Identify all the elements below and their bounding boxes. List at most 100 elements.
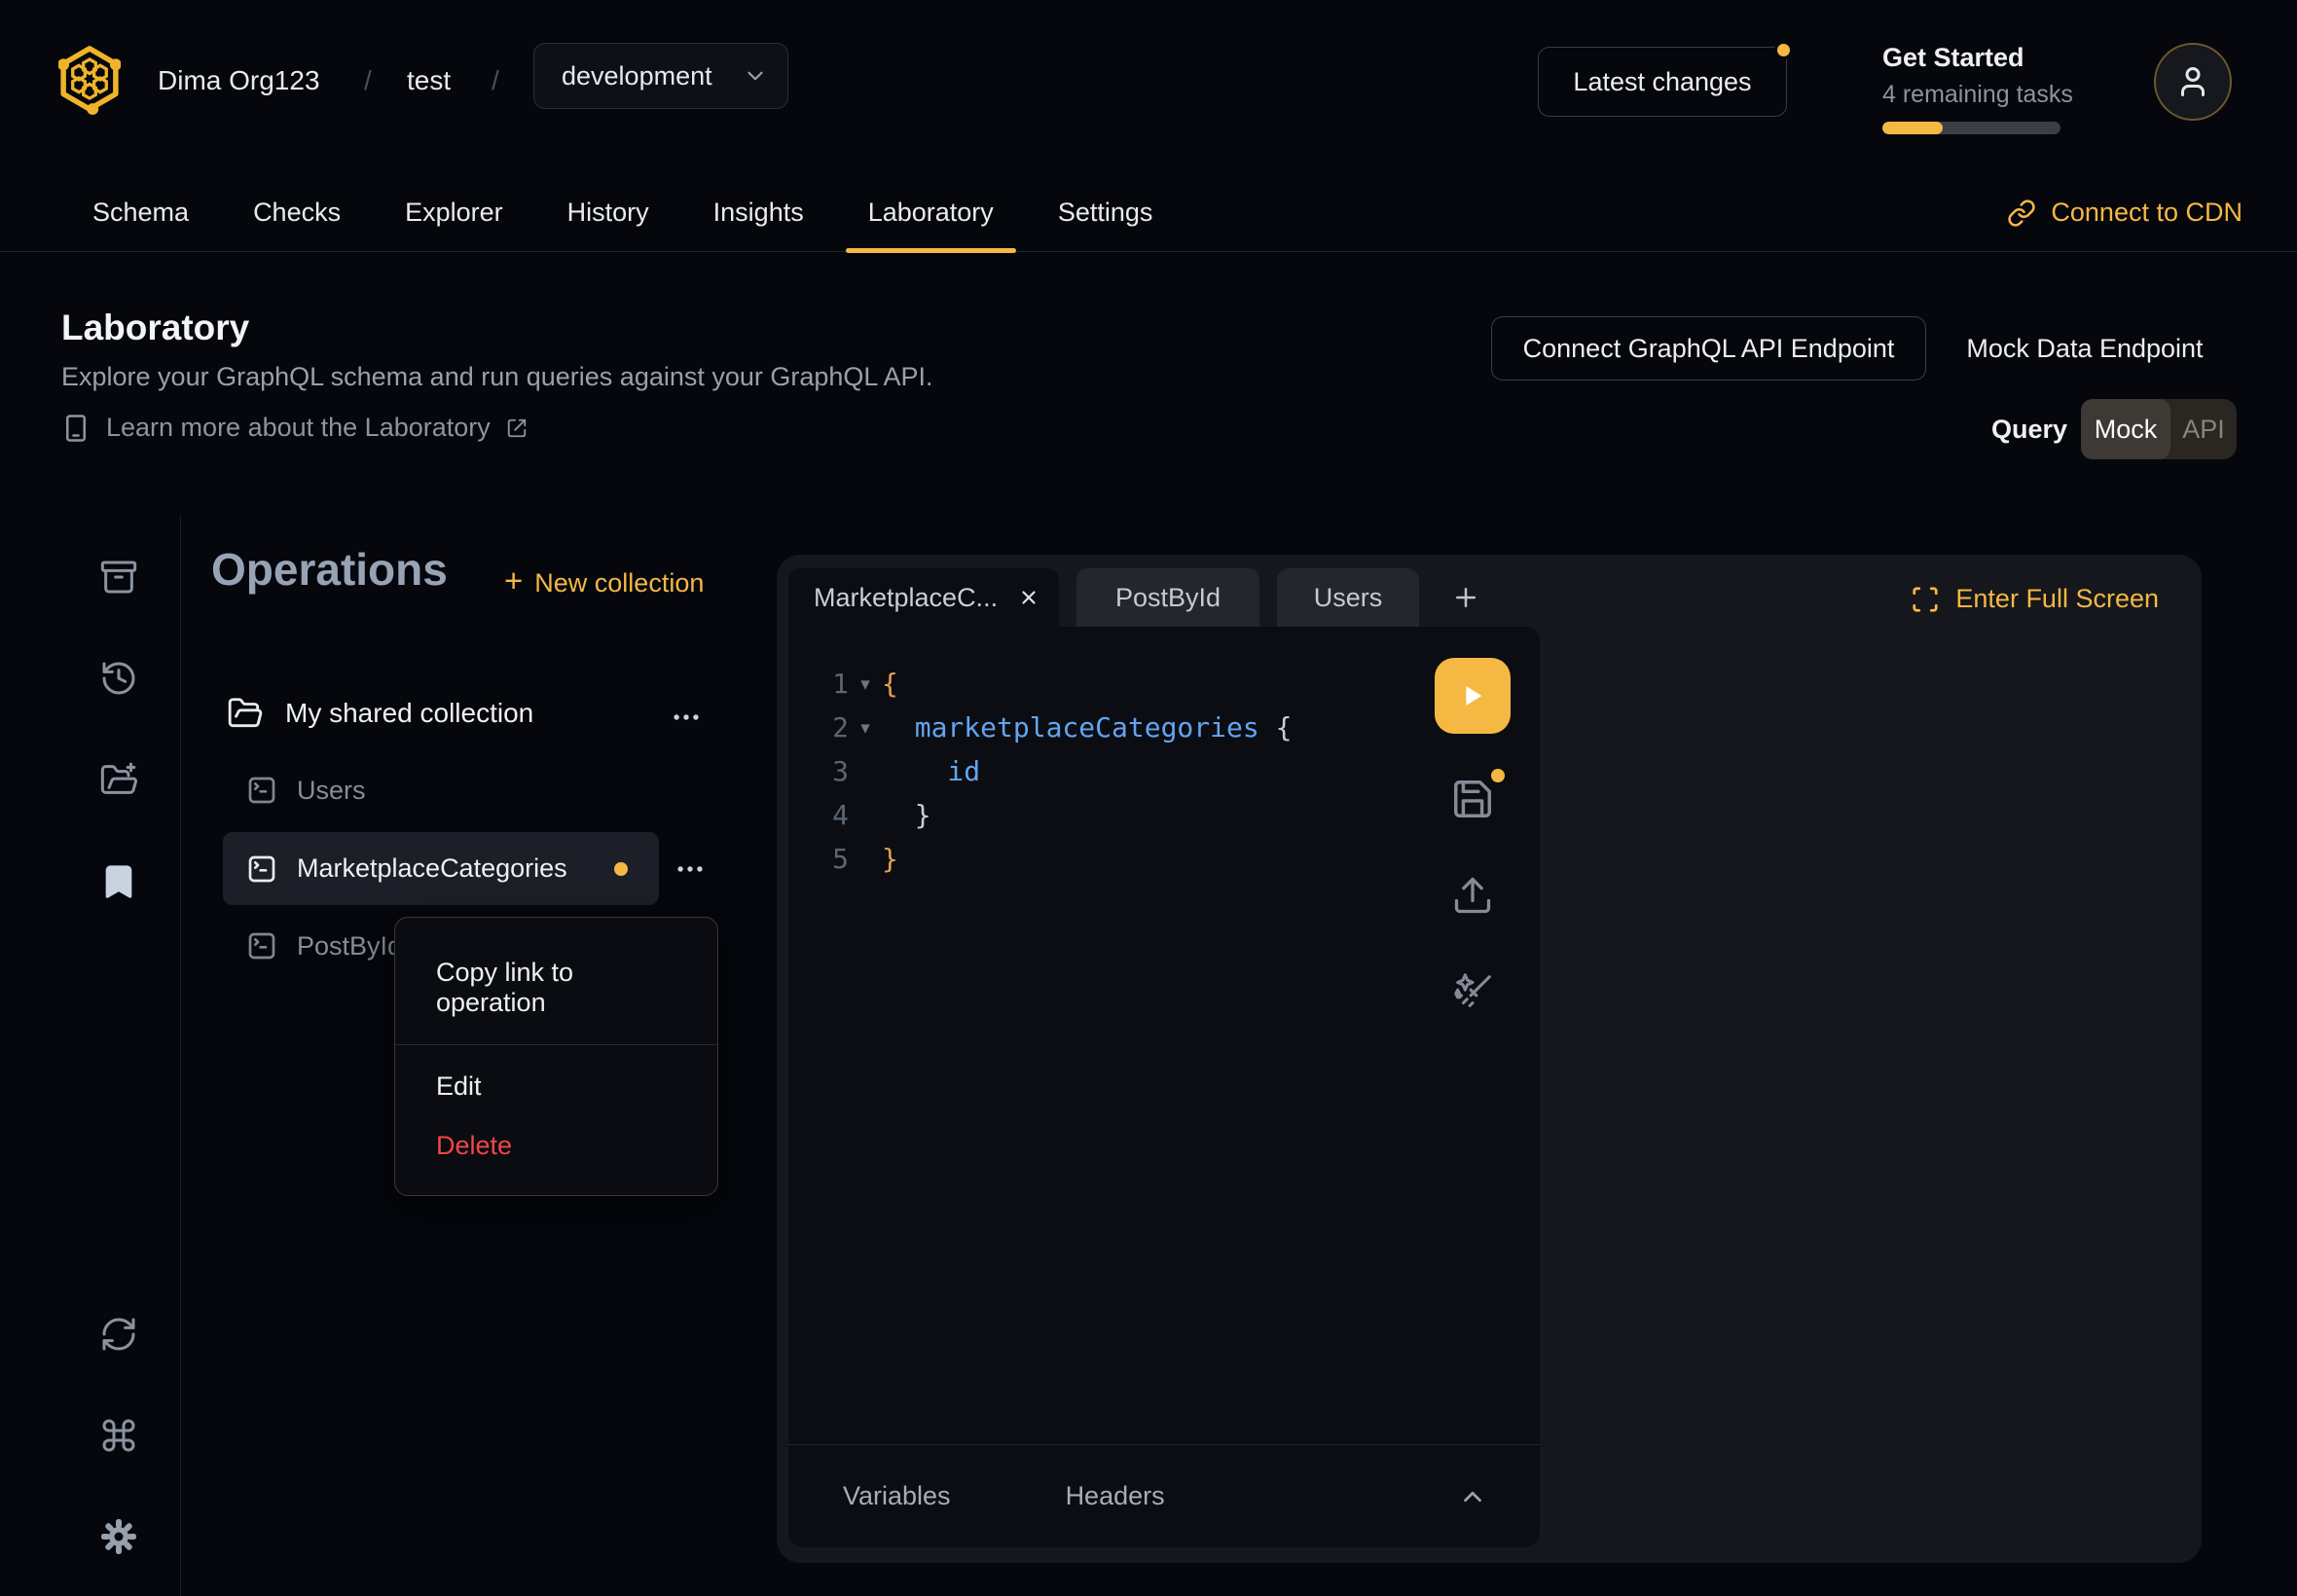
target-select[interactable]: development: [533, 43, 788, 109]
query-editor[interactable]: 1 ▾ { 2 ▾ marketplaceCategories { 3 id: [788, 627, 1540, 1547]
tab-checks[interactable]: Checks: [221, 173, 373, 252]
prettify-icon[interactable]: [1450, 971, 1495, 1016]
page-description: Explore your GraphQL schema and run quer…: [61, 362, 932, 392]
operation-row-postbyid[interactable]: PostById: [246, 930, 402, 961]
latest-changes-button[interactable]: Latest changes: [1538, 47, 1787, 117]
get-started-title: Get Started: [1882, 43, 2073, 73]
code-line: 4 }: [821, 793, 1540, 837]
menu-item-delete[interactable]: Delete: [395, 1116, 717, 1176]
tab-schema[interactable]: Schema: [60, 173, 221, 252]
laboratory-workspace-panel: MarketplaceC... PostById Users Enter Ful…: [777, 555, 2202, 1563]
breadcrumb-separator: /: [364, 65, 372, 96]
learn-more-link[interactable]: Learn more about the Laboratory: [61, 413, 528, 443]
tab-settings[interactable]: Settings: [1026, 173, 1185, 252]
query-mode-toggle: Mock API: [2081, 399, 2237, 459]
collection-row[interactable]: My shared collection: [227, 689, 713, 738]
line-number: 1: [821, 668, 849, 700]
connect-endpoint-button[interactable]: Connect GraphQL API Endpoint: [1491, 316, 1926, 381]
breadcrumb-org[interactable]: Dima Org123: [158, 65, 320, 96]
fold-marker[interactable]: ▾: [849, 673, 882, 695]
tab-insights[interactable]: Insights: [681, 173, 836, 252]
editor-tab-users[interactable]: Users: [1277, 568, 1419, 627]
fold-marker[interactable]: ▾: [849, 717, 882, 739]
connect-cdn-label: Connect to CDN: [2051, 198, 2242, 228]
share-operation-button[interactable]: [1451, 874, 1494, 917]
operation-row-marketplacecategories[interactable]: MarketplaceCategories: [223, 832, 659, 905]
connect-endpoint-label: Connect GraphQL API Endpoint: [1523, 334, 1895, 364]
new-folder-icon[interactable]: [99, 760, 138, 799]
editor-tab-marketplacecategories[interactable]: MarketplaceC...: [788, 568, 1059, 627]
headers-tab[interactable]: Headers: [1066, 1481, 1165, 1511]
menu-item-edit[interactable]: Edit: [395, 1057, 717, 1116]
get-started[interactable]: Get Started 4 remaining tasks: [1882, 43, 2073, 134]
bookmark-icon[interactable]: [99, 862, 138, 901]
operation-menu-button[interactable]: [674, 852, 707, 886]
folder-open-icon: [227, 695, 264, 732]
terminal-icon: [246, 853, 277, 885]
line-number: 3: [821, 755, 849, 787]
collection-name: My shared collection: [285, 698, 533, 729]
code-text: }: [882, 799, 931, 831]
connect-cdn-link[interactable]: Connect to CDN: [2007, 173, 2242, 252]
close-icon[interactable]: [1018, 587, 1039, 608]
code-area[interactable]: 1 ▾ { 2 ▾ marketplaceCategories { 3 id: [788, 627, 1540, 881]
plus-icon: +: [504, 562, 523, 599]
sync-icon[interactable]: [99, 1315, 138, 1354]
command-palette-icon[interactable]: [99, 1416, 138, 1455]
operation-name: Users: [297, 776, 366, 806]
save-operation-button[interactable]: [1450, 777, 1495, 821]
user-avatar[interactable]: [2154, 43, 2232, 121]
editor-tabs: MarketplaceC... PostById Users: [788, 568, 1495, 627]
get-started-progress-fill: [1882, 122, 1943, 134]
new-collection-button[interactable]: + New collection: [504, 562, 704, 599]
line-number: 5: [821, 843, 849, 875]
history-icon[interactable]: [99, 659, 138, 698]
breadcrumb-separator: /: [492, 65, 499, 96]
book-icon: [61, 414, 91, 443]
code-text: {: [882, 668, 898, 700]
unsaved-dot: [614, 862, 628, 876]
get-started-subtitle: 4 remaining tasks: [1882, 81, 2073, 109]
external-link-icon: [506, 417, 528, 439]
archive-box-icon[interactable]: [99, 558, 138, 597]
settings-gear-icon[interactable]: [99, 1517, 138, 1556]
editor-tab-postbyid[interactable]: PostById: [1076, 568, 1259, 627]
rail-divider: [180, 516, 181, 1596]
chevron-up-icon[interactable]: [1458, 1482, 1487, 1511]
code-line: 2 ▾ marketplaceCategories {: [821, 706, 1540, 749]
tab-laboratory[interactable]: Laboratory: [836, 173, 1026, 252]
notification-dot: [1774, 41, 1793, 59]
laboratory-page: Dima Org123 / test / development Latest …: [0, 0, 2297, 1596]
line-number: 4: [821, 799, 849, 831]
latest-changes-label: Latest changes: [1573, 67, 1751, 97]
fullscreen-label: Enter Full Screen: [1955, 584, 2159, 614]
editor-tab-label: MarketplaceC...: [814, 583, 998, 613]
chevron-down-icon: [743, 63, 768, 89]
query-mode-api[interactable]: API: [2170, 399, 2237, 459]
menu-item-copy-link[interactable]: Copy link to operation: [395, 943, 717, 1033]
operations-title: Operations: [211, 543, 448, 596]
get-started-progressbar: [1882, 122, 2060, 134]
project-nav: Schema Checks Explorer History Insights …: [0, 173, 2297, 252]
add-tab-button[interactable]: [1437, 568, 1495, 627]
mock-endpoint-button[interactable]: Mock Data Endpoint: [1958, 316, 2211, 381]
query-mode-mock[interactable]: Mock: [2081, 399, 2170, 459]
breadcrumb-project[interactable]: test: [407, 65, 451, 96]
target-select-value: development: [562, 61, 712, 91]
operation-row-users[interactable]: Users: [246, 775, 366, 806]
code-line: 3 id: [821, 749, 1540, 793]
line-number: 2: [821, 711, 849, 744]
collection-menu-button[interactable]: [670, 701, 703, 734]
new-collection-label: New collection: [534, 568, 704, 598]
play-icon: [1457, 680, 1488, 711]
code-text: marketplaceCategories: [882, 711, 1259, 744]
fullscreen-button[interactable]: Enter Full Screen: [1911, 584, 2159, 614]
execute-query-button[interactable]: [1435, 658, 1511, 734]
learn-more-label: Learn more about the Laboratory: [106, 413, 491, 443]
variables-tab[interactable]: Variables: [843, 1481, 951, 1511]
editor-toolbar: [1435, 658, 1511, 1016]
tab-history[interactable]: History: [535, 173, 681, 252]
tab-explorer[interactable]: Explorer: [373, 173, 535, 252]
terminal-icon: [246, 930, 277, 961]
unsaved-dot: [1491, 769, 1505, 782]
